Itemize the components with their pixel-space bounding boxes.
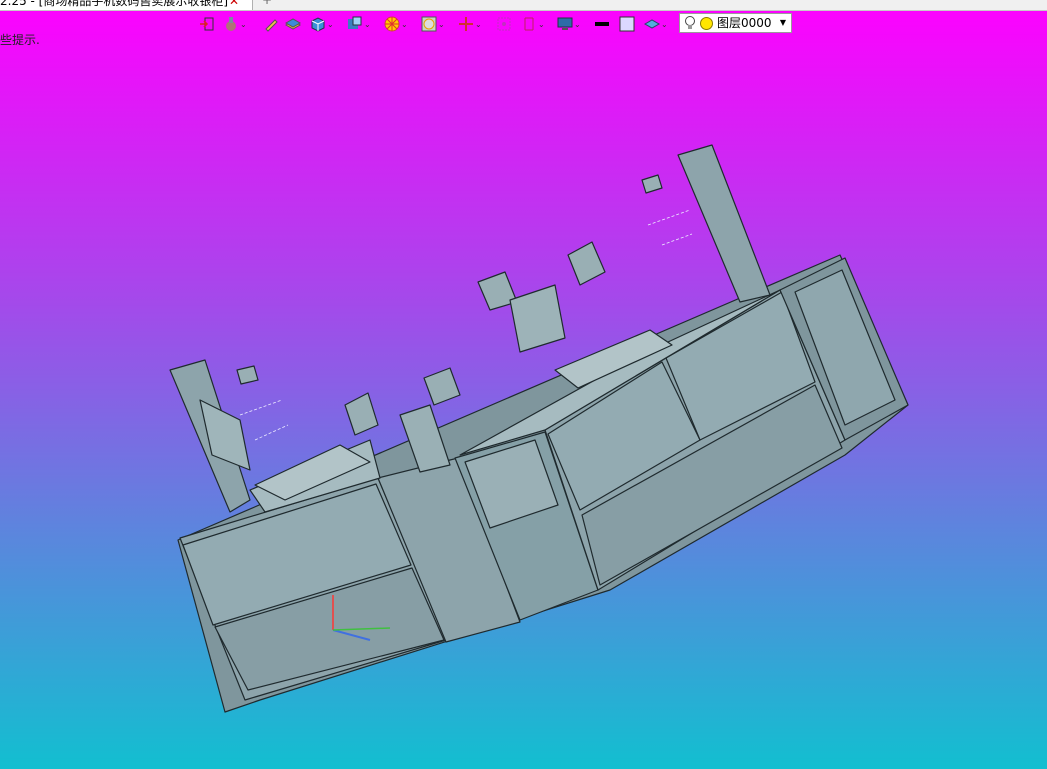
layer-select[interactable]: 图层0000 ▼ bbox=[679, 13, 792, 33]
layer-name: 图层0000 bbox=[717, 16, 772, 30]
pencil-icon bbox=[265, 19, 278, 32]
bracket-button[interactable]: ⌄ bbox=[521, 13, 545, 35]
chevron-down-icon[interactable]: ▼ bbox=[780, 14, 786, 32]
insert-button[interactable]: ⌄ bbox=[347, 13, 371, 35]
fill-color-button[interactable] bbox=[619, 13, 635, 35]
render-icon bbox=[421, 16, 437, 32]
chevron-down-icon[interactable]: ⌄ bbox=[661, 20, 668, 29]
chevron-down-icon[interactable]: ⌄ bbox=[401, 20, 408, 29]
monitor-icon bbox=[557, 17, 573, 30]
box-button[interactable]: ⌄ bbox=[310, 13, 334, 35]
cabinet-model bbox=[169, 144, 909, 713]
bracket-icon bbox=[524, 17, 534, 31]
line-color-icon bbox=[595, 22, 609, 26]
exit-icon bbox=[200, 17, 214, 31]
axis-button[interactable]: ⌄ bbox=[458, 13, 482, 35]
select-button[interactable] bbox=[496, 13, 512, 35]
chevron-down-icon[interactable]: ⌄ bbox=[475, 20, 482, 29]
new-tab-button[interactable]: + bbox=[262, 0, 272, 7]
3d-viewport[interactable] bbox=[0, 40, 1047, 769]
select-icon bbox=[497, 17, 511, 31]
layers-icon bbox=[285, 18, 301, 30]
chevron-down-icon[interactable]: ⌄ bbox=[438, 20, 445, 29]
chevron-down-icon[interactable]: ⌄ bbox=[364, 20, 371, 29]
pencil-button[interactable] bbox=[263, 13, 279, 35]
brush-icon bbox=[226, 17, 236, 31]
chevron-down-icon[interactable]: ⌄ bbox=[327, 20, 334, 29]
chevron-down-icon[interactable]: ⌄ bbox=[240, 20, 247, 29]
fill-color-icon bbox=[619, 16, 635, 32]
color-wheel-button[interactable]: ⌄ bbox=[384, 13, 408, 35]
close-tab-icon[interactable]: ✕ bbox=[229, 0, 239, 10]
exit-button[interactable] bbox=[199, 13, 215, 35]
axis-icon bbox=[459, 17, 473, 31]
tab-strip: 2.25 - [商场精品手机数码售卖展示收银柜] ✕ + bbox=[0, 0, 1047, 11]
box-icon bbox=[311, 17, 325, 32]
sun-icon bbox=[700, 17, 713, 30]
color-wheel-icon bbox=[384, 16, 400, 32]
document-tab[interactable]: 2.25 - [商场精品手机数码售卖展示收银柜] ✕ bbox=[0, 0, 253, 10]
line-color-button[interactable] bbox=[594, 13, 610, 35]
monitor-button[interactable]: ⌄ bbox=[557, 13, 581, 35]
render-button[interactable]: ⌄ bbox=[421, 13, 445, 35]
layers-button[interactable] bbox=[285, 13, 301, 35]
document-tab-title: 2.25 - [商场精品手机数码售卖展示收银柜] bbox=[0, 0, 229, 8]
layer-stack-button[interactable]: ⌄ bbox=[644, 13, 668, 35]
brush-button[interactable]: ⌄ bbox=[223, 13, 247, 35]
lightbulb-icon bbox=[685, 16, 695, 29]
chevron-down-icon[interactable]: ⌄ bbox=[574, 20, 581, 29]
layer-stack-icon bbox=[644, 19, 660, 29]
chevron-down-icon[interactable]: ⌄ bbox=[538, 20, 545, 29]
insert-icon bbox=[348, 16, 362, 29]
